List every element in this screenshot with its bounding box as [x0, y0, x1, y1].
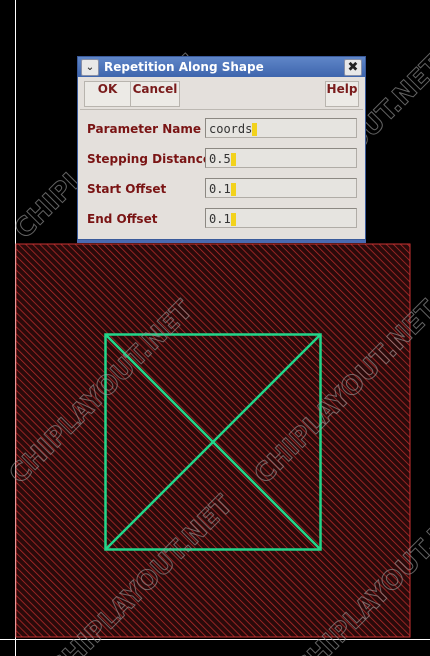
start-offset-field[interactable]: 0.1 — [205, 178, 357, 198]
repetition-dialog: ⌄ Repetition Along Shape ✖ OK Cancel Hel… — [77, 56, 366, 240]
chevron-down-icon[interactable]: ⌄ — [81, 59, 99, 76]
parameter-name-value: coords — [209, 122, 253, 136]
dialog-title: Repetition Along Shape — [104, 60, 264, 74]
stepping-distance-value: 0.5 — [209, 152, 231, 166]
start-offset-label: Start Offset — [87, 182, 167, 196]
stepping-distance-field[interactable]: 0.5 — [205, 148, 357, 168]
dialog-titlebar[interactable]: ⌄ Repetition Along Shape ✖ — [78, 57, 365, 77]
end-offset-field[interactable]: 0.1 — [205, 208, 357, 228]
help-button[interactable]: Help — [325, 81, 359, 107]
ok-button[interactable]: OK — [84, 81, 131, 107]
parameter-name-label: Parameter Name — [87, 122, 201, 136]
end-offset-value: 0.1 — [209, 212, 231, 226]
start-offset-value: 0.1 — [209, 182, 231, 196]
stepping-distance-label: Stepping Distance — [87, 152, 211, 166]
text-caret — [230, 183, 236, 196]
cancel-button[interactable]: Cancel — [130, 81, 180, 107]
text-caret — [252, 123, 258, 136]
divider — [80, 109, 363, 110]
end-offset-label: End Offset — [87, 212, 158, 226]
text-caret — [230, 153, 236, 166]
close-icon[interactable]: ✖ — [344, 59, 362, 76]
text-caret — [230, 213, 236, 226]
parameter-name-field[interactable]: coords — [205, 118, 357, 138]
